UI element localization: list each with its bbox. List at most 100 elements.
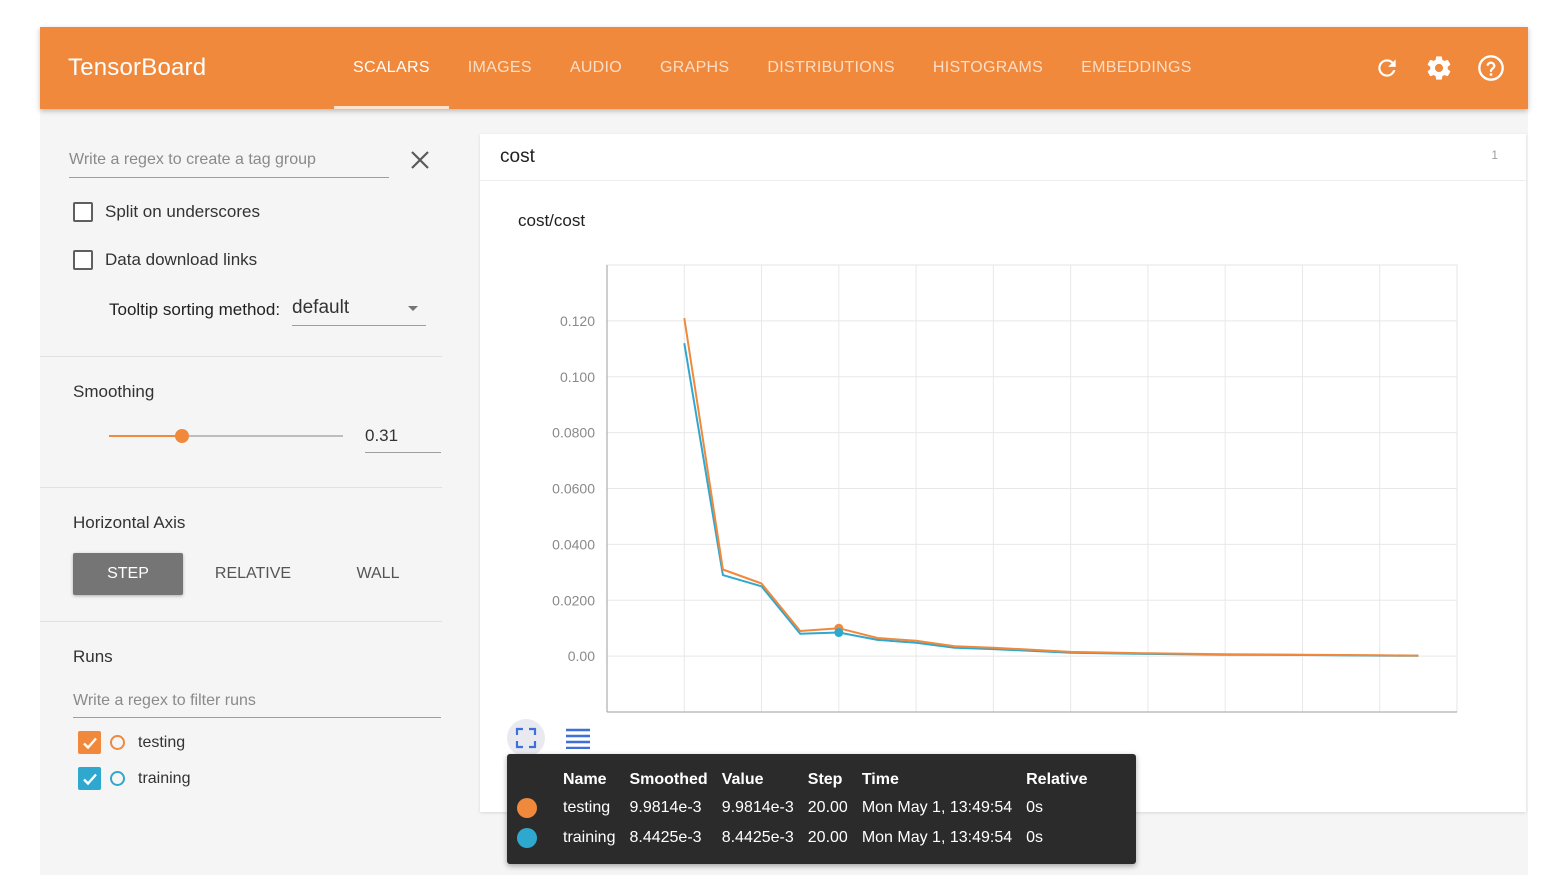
tab-embeddings[interactable]: EMBEDDINGS	[1062, 27, 1211, 109]
check-icon	[82, 737, 97, 749]
tooltip-color-header	[517, 766, 563, 793]
smoothing-slider[interactable]	[109, 429, 343, 443]
tooltip-header-row: Name Smoothed Value Step Time Relative	[517, 766, 1102, 793]
tag-group-row	[69, 143, 429, 179]
check-icon	[82, 773, 97, 785]
y-tick-label: 0.0200	[552, 592, 595, 608]
slider-knob[interactable]	[174, 429, 189, 443]
run-color-swatch[interactable]	[110, 771, 125, 786]
slider-fill	[109, 435, 182, 437]
axis-step-button[interactable]: STEP	[73, 553, 183, 595]
horizontal-axis-title: Horizontal Axis	[73, 513, 186, 532]
tab-images[interactable]: IMAGES	[449, 27, 551, 109]
tooltip-color-cell	[517, 793, 563, 823]
tooltip-header-value: Value	[721, 770, 764, 788]
run-training-checkbox[interactable]	[78, 767, 101, 790]
tooltip-sort-select[interactable]: default	[292, 293, 427, 326]
tooltip-smoothed: 8.4425e-3	[629, 829, 702, 846]
tooltip-sort-row: Tooltip sorting method: default	[109, 293, 427, 326]
tooltip-step: 20.00	[807, 799, 848, 816]
chart-controls	[507, 719, 597, 757]
fullscreen-button[interactable]	[507, 719, 545, 757]
series-color-dot	[517, 798, 537, 818]
clear-icon[interactable]	[409, 149, 431, 171]
settings-icon[interactable]	[1424, 53, 1454, 83]
runs-title: Runs	[73, 647, 113, 666]
y-tick-label: 0.0800	[552, 425, 595, 441]
data-table-button[interactable]	[559, 719, 597, 757]
top-toolbar: TensorBoard SCALARS IMAGES AUDIO GRAPHS …	[40, 27, 1528, 109]
tooltip-sort-label: Tooltip sorting method:	[109, 299, 281, 319]
run-row-testing: testing	[78, 731, 185, 754]
tooltip-color-cell	[517, 823, 563, 853]
fullscreen-icon	[515, 727, 537, 749]
tooltip-sort-value: default	[292, 297, 350, 318]
run-color-swatch[interactable]	[110, 735, 125, 750]
tooltip-header-time: Time	[861, 770, 899, 788]
axis-relative-button[interactable]: RELATIVE	[198, 553, 308, 595]
tooltip-header-step: Step	[807, 770, 843, 788]
tab-histograms[interactable]: HISTOGRAMS	[914, 27, 1062, 109]
tag-card-cost: cost 1 cost/cost 0.00010.0020.0030.0040.…	[480, 134, 1526, 812]
tooltip-row: testing 9.9814e-3 9.9814e-3 20.00 Mon Ma…	[517, 793, 1102, 823]
run-training-label: training	[138, 769, 191, 787]
run-row-training: training	[78, 767, 190, 790]
tooltip-time: Mon May 1, 13:49:54	[861, 799, 1013, 816]
tooltip-time: Mon May 1, 13:49:54	[861, 829, 1013, 846]
line-chart[interactable]: 0.00010.0020.0030.0040.0050.0060.0070.00…	[480, 134, 1526, 714]
y-tick-label: 0.100	[560, 369, 595, 385]
tooltip-relative: 0s	[1026, 799, 1044, 816]
smoothing-title: Smoothing	[73, 382, 155, 401]
toolbar-actions	[1372, 53, 1506, 83]
tooltip-step: 20.00	[807, 829, 848, 846]
runs-filter-input[interactable]	[73, 685, 441, 718]
split-underscores-checkbox[interactable]	[73, 202, 93, 222]
series-line-training	[683, 343, 1419, 657]
app-title: TensorBoard	[68, 54, 207, 81]
sidebar: Split on underscores Data download links…	[40, 109, 442, 875]
y-tick-label: 0.00	[568, 648, 595, 664]
y-tick-label: 0.0400	[552, 536, 595, 552]
split-underscores-label: Split on underscores	[105, 202, 260, 221]
run-testing-checkbox[interactable]	[78, 731, 101, 754]
menu-lines-icon	[566, 728, 590, 749]
dashboard-tabs: SCALARS IMAGES AUDIO GRAPHS DISTRIBUTION…	[334, 27, 1211, 109]
dropdown-caret-icon	[408, 306, 419, 311]
y-tick-label: 0.0600	[552, 481, 595, 497]
tooltip-name: testing	[563, 799, 611, 816]
run-testing-label: testing	[138, 733, 186, 751]
tooltip-table: Name Smoothed Value Step Time Relative t…	[517, 766, 1102, 853]
smoothing-value-input[interactable]: 0.31	[365, 422, 441, 453]
tag-regex-input[interactable]	[69, 143, 389, 178]
tooltip-name: training	[563, 829, 616, 846]
axis-wall-button[interactable]: WALL	[323, 553, 433, 595]
highlight-point-training	[834, 628, 844, 638]
horizontal-axis-options: STEP RELATIVE WALL	[73, 553, 448, 595]
divider	[40, 487, 442, 488]
tooltip-relative: 0s	[1026, 829, 1044, 846]
chart-tooltip: Name Smoothed Value Step Time Relative t…	[507, 754, 1136, 864]
tab-graphs[interactable]: GRAPHS	[641, 27, 748, 109]
tooltip-value: 9.9814e-3	[721, 799, 794, 816]
tooltip-header-name: Name	[563, 770, 607, 788]
tooltip-row: training 8.4425e-3 8.4425e-3 20.00 Mon M…	[517, 823, 1102, 853]
download-links-checkbox[interactable]	[73, 250, 93, 270]
y-tick-label: 0.120	[560, 313, 595, 329]
split-underscores-row: Split on underscores	[73, 202, 260, 222]
download-links-row: Data download links	[73, 250, 257, 270]
help-icon[interactable]	[1476, 53, 1506, 83]
tooltip-header-relative: Relative	[1026, 770, 1088, 788]
tab-distributions[interactable]: DISTRIBUTIONS	[748, 27, 913, 109]
tooltip-value: 8.4425e-3	[721, 829, 794, 846]
series-color-dot	[517, 828, 537, 848]
tab-scalars[interactable]: SCALARS	[334, 27, 449, 109]
tensorboard-app: TensorBoard SCALARS IMAGES AUDIO GRAPHS …	[40, 27, 1528, 875]
reload-icon[interactable]	[1372, 53, 1402, 83]
divider	[40, 621, 442, 622]
download-links-label: Data download links	[105, 250, 258, 269]
tooltip-header-smoothed: Smoothed	[629, 770, 708, 788]
divider	[40, 356, 442, 357]
tab-audio[interactable]: AUDIO	[551, 27, 641, 109]
tooltip-smoothed: 9.9814e-3	[629, 799, 702, 816]
series-line-testing	[683, 317, 1419, 657]
